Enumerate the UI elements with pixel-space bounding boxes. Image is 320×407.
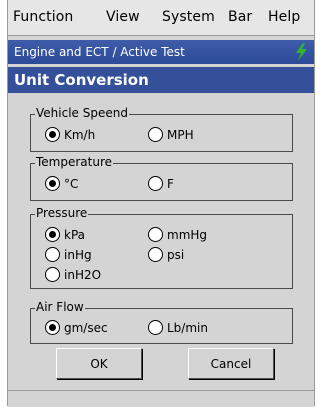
menu-bar: Function View System Bar Help [8, 0, 314, 36]
cancel-button-label: Cancel [210, 356, 252, 371]
pressure-label: Pressure [35, 206, 89, 221]
menu-view[interactable]: View [106, 9, 140, 25]
lightning-icon [296, 43, 307, 61]
dialog-title: Unit Conversion [8, 67, 314, 93]
radio-kmh[interactable]: Km/h [45, 127, 95, 142]
menu-function[interactable]: Function [13, 9, 73, 25]
radio-circle-selected[interactable] [45, 227, 60, 242]
radio-circle[interactable] [148, 176, 163, 191]
vehicle-speed-label: Vehicle Speend [35, 106, 129, 121]
radio-label: inHg [64, 247, 92, 262]
menu-bar-item[interactable]: Bar [228, 9, 252, 25]
radio-mmhg[interactable]: mmHg [148, 227, 207, 242]
breadcrumb: Engine and ECT / Active Test [14, 45, 185, 59]
radio-inh2o[interactable]: inH2O [45, 267, 101, 282]
radio-inhg[interactable]: inHg [45, 247, 92, 262]
radio-fahrenheit[interactable]: F [148, 176, 174, 191]
radio-circle[interactable] [148, 247, 163, 262]
dialog-title-text: Unit Conversion [14, 71, 149, 89]
radio-label: psi [167, 247, 185, 262]
radio-label: MPH [167, 127, 194, 142]
radio-label: gm/sec [64, 320, 108, 335]
radio-label: kPa [64, 227, 85, 242]
radio-circle[interactable] [45, 267, 60, 282]
radio-label: Lb/min [167, 320, 208, 335]
radio-label: F [167, 176, 174, 191]
radio-circle[interactable] [148, 320, 163, 335]
pressure-group: Pressure kPa mmHg inHg psi inH2O [30, 206, 293, 289]
radio-label: Km/h [64, 127, 96, 142]
radio-kpa[interactable]: kPa [45, 227, 85, 242]
bottom-bar [8, 390, 314, 407]
air-flow-group: Air Flow gm/sec Lb/min [30, 300, 293, 344]
radio-circle-selected[interactable] [45, 127, 60, 142]
radio-psi[interactable]: psi [148, 247, 184, 262]
radio-celsius[interactable]: °C [45, 176, 78, 191]
radio-gm-sec[interactable]: gm/sec [45, 320, 108, 335]
radio-label: °C [64, 176, 79, 191]
temperature-group: Temperature °C F [30, 155, 293, 201]
radio-label: inH2O [64, 267, 102, 282]
menu-help[interactable]: Help [268, 9, 300, 25]
ok-button-label: OK [90, 356, 108, 371]
radio-mph[interactable]: MPH [148, 127, 194, 142]
cancel-button[interactable]: Cancel [188, 348, 274, 379]
app-window: Function View System Bar Help Engine and… [7, 0, 315, 407]
radio-circle[interactable] [148, 227, 163, 242]
radio-lb-min[interactable]: Lb/min [148, 320, 208, 335]
radio-circle[interactable] [148, 127, 163, 142]
radio-circle-selected[interactable] [45, 176, 60, 191]
ok-button[interactable]: OK [56, 348, 142, 379]
radio-label: mmHg [167, 227, 208, 242]
air-flow-label: Air Flow [35, 300, 85, 315]
vehicle-speed-group: Vehicle Speend Km/h MPH [30, 106, 293, 152]
menu-system[interactable]: System [162, 9, 215, 25]
radio-circle-selected[interactable] [45, 320, 60, 335]
radio-circle[interactable] [45, 247, 60, 262]
breadcrumb-bar: Engine and ECT / Active Test [8, 40, 314, 64]
temperature-label: Temperature [35, 155, 114, 170]
